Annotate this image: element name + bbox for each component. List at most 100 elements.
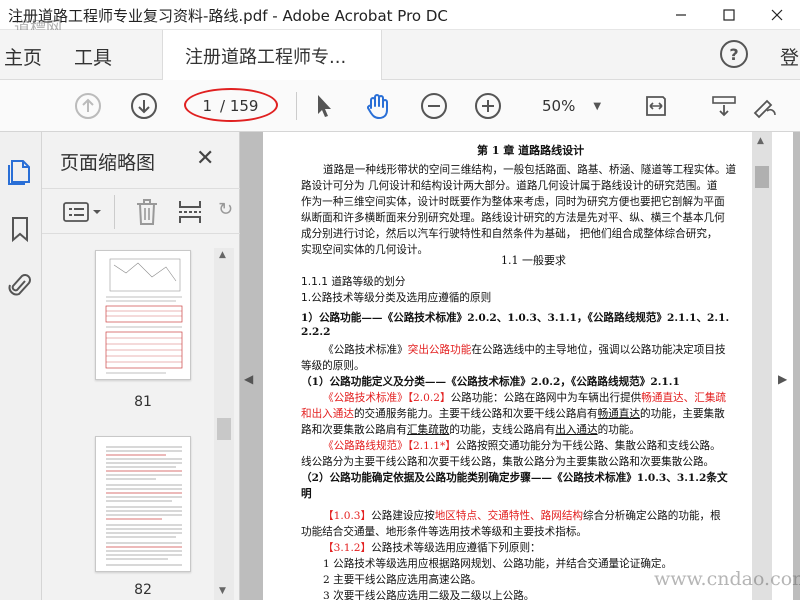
red-text: 地区特点、交通特性、路网结构: [434, 510, 584, 522]
red-text: 【1.0.3】: [323, 510, 372, 522]
collapse-right-panel-icon[interactable]: ▶: [778, 372, 787, 386]
heading-1: 1.1.1 道路等级的划分: [301, 276, 406, 288]
title-bar: 注册道路工程师专业复习资料-路线.pdf - Adobe Acrobat Pro…: [0, 0, 800, 30]
paragraph-line: 道路是一种线形带状的空间三维结构，一般包括路面、路基、桥涵、隧道等工程实体。道: [323, 164, 737, 176]
fit-page-icon: [646, 96, 666, 116]
sign-button[interactable]: [748, 90, 780, 122]
underlined-text: 汇集疏散: [406, 424, 450, 436]
prev-page-icon: [75, 93, 101, 119]
sign-icon: [753, 99, 776, 119]
paragraph-line: 路和次要集散公路肩有汇集疏散的功能，支线公路肩有出入通达的功能。: [301, 422, 640, 437]
red-text: 【3.1.2】: [323, 542, 372, 554]
red-annotation-ellipse: [184, 88, 278, 122]
document-tab[interactable]: 注册道路工程师专...: [162, 30, 382, 80]
thumbnail-preview: [105, 258, 183, 374]
page-thumbnail[interactable]: [95, 436, 191, 572]
close-icon: [771, 9, 783, 21]
heading-2: 1.公路技术等级分类及选用应遵循的原则: [301, 292, 492, 304]
list-options-icon: [63, 202, 101, 222]
zoom-in-icon: [475, 93, 501, 119]
zoom-in-button[interactable]: [472, 90, 504, 122]
section-title: 1.1 一般要求: [501, 254, 566, 267]
insert-page-button[interactable]: [176, 197, 204, 231]
heading-4: （1）公路功能定义及分类——《公路技术标准》2.0.2，《公路路线规范》2.1.…: [301, 376, 680, 388]
chevron-down-icon: ▼: [593, 100, 602, 112]
scroll-up-icon[interactable]: ▲: [757, 136, 764, 146]
paragraph-line: 纵断面和许多横断面来分别研究处理。路线设计研究的方法是先对平、纵、横三个基本几何: [301, 212, 725, 224]
navigation-strip: [0, 132, 42, 600]
heading-5: （2）公路功能确定依据及公路功能类别确定步骤——《公路技术标准》1.0.3、3.…: [301, 472, 728, 484]
zoom-value: 50%: [542, 97, 576, 115]
red-text: 《公路技术标准》: [323, 344, 408, 356]
scroll-mode-button[interactable]: [708, 90, 740, 122]
document-scrollbar[interactable]: ▲: [752, 132, 772, 600]
attachments-button[interactable]: [3, 268, 37, 302]
watermark-bottom-right: www.cndao.com: [654, 568, 800, 590]
paragraph-line: 功能结合交通量、地形条件等选用技术等级和主要技术指标。: [301, 526, 588, 538]
text: 的功能，支线公路肩有: [449, 424, 556, 436]
maximize-icon: [723, 9, 735, 21]
scroll-up-icon[interactable]: ▲: [219, 250, 226, 260]
scroll-mode-icon: [712, 96, 736, 117]
sign-in-link[interactable]: 登: [780, 43, 799, 70]
list-item: 2 主要干线公路应选用高速公路。: [323, 574, 482, 586]
pdf-page: 第 1 章 道路路线设计 道路是一种线形带状的空间三维结构，一般包括路面、路基、…: [263, 132, 793, 600]
page-thumbnail[interactable]: [95, 250, 191, 380]
thumbnail-options-button[interactable]: [62, 200, 104, 228]
menu-home[interactable]: 主页: [4, 43, 42, 70]
window-title: 注册道路工程师专业复习资料-路线.pdf - Adobe Acrobat Pro…: [8, 7, 448, 25]
thumbnail-preview: [106, 446, 182, 566]
minimize-button[interactable]: [658, 0, 704, 30]
text: 公路技术等级选用应遵循下列原则：: [371, 542, 541, 554]
collapse-left-panel-icon[interactable]: ◀: [244, 372, 253, 386]
scroll-down-icon[interactable]: ▼: [219, 586, 226, 596]
close-window-button[interactable]: [754, 0, 800, 30]
thumbnail-scrollbar[interactable]: ▲ ▼: [214, 248, 234, 600]
panel-title: 页面缩略图: [60, 152, 156, 174]
help-icon[interactable]: ?: [720, 40, 748, 68]
list-item: 1 公路技术等级选用应根据路网规划、公路功能，并结合交通量论证确定。: [323, 558, 673, 570]
close-panel-icon[interactable]: ✕: [196, 146, 214, 171]
delete-page-button[interactable]: [134, 197, 160, 231]
next-page-button[interactable]: [128, 90, 160, 122]
bookmarks-button[interactable]: [3, 212, 37, 246]
text: 的功能，主要集散: [640, 408, 725, 420]
paragraph-line: 《公路技术标准》【2.0.2】公路功能：公路在路网中为车辆出行提供畅通直达、汇集…: [323, 390, 726, 405]
text: 在公路选线中的主导地位，强调以公路功能决定项目技: [471, 344, 726, 356]
document-tab-label: 注册道路工程师专...: [185, 47, 347, 68]
text: 公路建设应按: [371, 510, 435, 522]
hand-tool-icon: [367, 94, 388, 119]
page-thumbnails-icon: [8, 160, 30, 185]
paragraph-line: 作为一种三维空间实体，设计时既要作为整体来考虑，同时为研究方便也要把它剖解为平面: [301, 196, 725, 208]
select-cursor-icon: [318, 95, 331, 117]
toolbar: 1 / 159 50% ▼: [0, 80, 800, 132]
red-text: 《公路路线规范》【2.1.1*】: [323, 440, 456, 452]
text: 路和次要集散公路肩有: [301, 424, 407, 436]
select-tool-button[interactable]: [308, 90, 340, 122]
trash-icon: [137, 199, 157, 225]
document-scroll-thumb[interactable]: [755, 166, 769, 188]
thumbnail-scroll-thumb[interactable]: [217, 418, 231, 440]
paragraph-line: 成分别进行讨论，然后以汽车行驶特性和自然条件为基础， 把他们组合成整体综合研究，: [301, 228, 718, 240]
list-item: 3 次要干线公路应选用二级及二级以上公路。: [323, 590, 535, 600]
zoom-select[interactable]: 50% ▼: [530, 94, 612, 118]
paragraph-line: 线公路分为主要干线公路和次要干线公路，集散公路分为主要集散公路和次要集散公路。: [301, 456, 715, 468]
zoom-out-button[interactable]: [418, 90, 450, 122]
text: 的功能。: [597, 424, 640, 436]
page-thumbnails-button[interactable]: [3, 154, 37, 188]
fit-page-button[interactable]: [640, 90, 672, 122]
bookmarks-icon: [12, 217, 28, 243]
paragraph-line: 《公路技术标准》突出公路功能在公路选线中的主导地位，强调以公路功能决定项目技: [323, 342, 726, 357]
menu-tools[interactable]: 工具: [74, 43, 112, 70]
panel-divider: [114, 195, 115, 229]
hand-tool-button[interactable]: [362, 90, 394, 122]
prev-page-button[interactable]: [72, 90, 104, 122]
thumbnail-page-label: 81: [134, 394, 152, 410]
maximize-button[interactable]: [706, 0, 752, 30]
text: 的交通服务能力。主要干线公路和次要干线公路肩有: [353, 408, 598, 420]
red-text: 《公路技术标准》【2.0.2】: [323, 392, 451, 404]
paragraph-line: 实现空间实体的几何设计。: [301, 244, 429, 256]
rotate-page-icon[interactable]: ↻: [218, 199, 233, 220]
zoom-out-icon: [421, 93, 447, 119]
text: 公路功能：公路在路网中为车辆出行提供: [450, 392, 642, 404]
